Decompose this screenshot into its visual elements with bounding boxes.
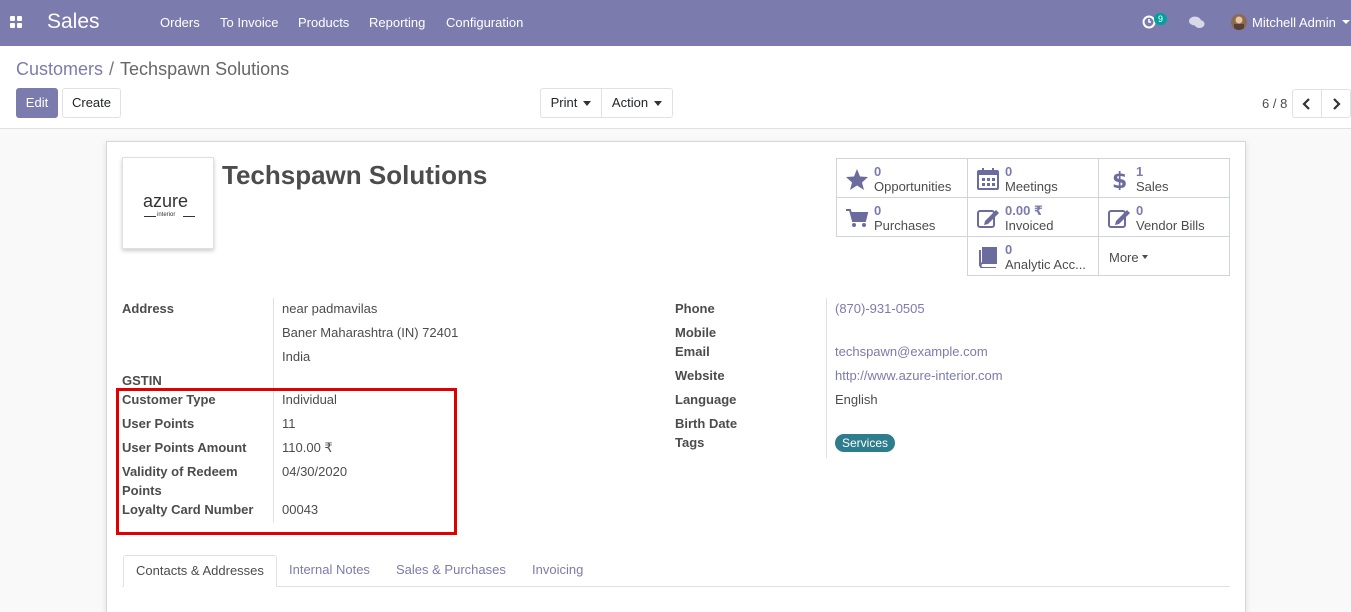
loyalty-fields-highlight [116,388,457,535]
pencil-square-icon [977,210,999,228]
purchases-smart-button[interactable]: 0 Purchases [836,197,968,237]
opportunities-label: Opportunities [874,179,952,194]
menu-to-invoice[interactable]: To Invoice [220,15,279,30]
gstin-label: GSTIN [122,373,162,388]
menu-reporting[interactable]: Reporting [369,15,425,30]
more-smart-button[interactable]: More [1098,236,1230,276]
menu-products[interactable]: Products [298,15,349,30]
mobile-label: Mobile [675,325,717,340]
caret-down-icon [583,101,592,107]
invoiced-smart-button[interactable]: 0.00 ₹ Invoiced [967,197,1099,237]
breadcrumb-separator: / [109,59,115,79]
breadcrumb-current: Techspawn Solutions [120,59,290,79]
invoiced-amount: 0.00 ₹ [1005,203,1043,218]
tab-contacts-addresses[interactable]: Contacts & Addresses [123,555,277,587]
book-icon [979,247,997,268]
analytic-accounts-count: 0 [1005,242,1013,257]
opportunities-smart-button[interactable]: 0 Opportunities [836,158,968,198]
chat-icon[interactable] [1188,15,1206,31]
edit-button[interactable]: Edit [16,88,58,118]
purchases-label: Purchases [874,218,936,233]
email-value[interactable]: techspawn@example.com [835,344,988,359]
pager-value[interactable]: 6 / 8 [1262,96,1287,111]
address-city-state-zip: Baner Maharashtra (IN) 72401 [282,325,459,340]
address-street: near padmavilas [282,301,378,316]
menu-configuration[interactable]: Configuration [446,15,523,30]
purchases-count: 0 [874,203,882,218]
tab-sales-purchases[interactable]: Sales & Purchases [384,555,518,587]
phone-value[interactable]: (870)-931-0505 [835,301,925,316]
tags-label: Tags [675,435,705,450]
phone-label: Phone [675,301,715,316]
birth-date-label: Birth Date [675,416,738,431]
chevron-right-icon [1333,98,1341,110]
breadcrumb: Customers / Techspawn Solutions [16,59,289,80]
pager-previous-button[interactable] [1292,89,1322,118]
print-dropdown[interactable]: Print [540,88,602,118]
user-menu-caret-icon[interactable] [1342,20,1350,24]
vendor-bills-label: Vendor Bills [1136,218,1205,233]
user-avatar[interactable] [1231,14,1247,30]
analytic-accounts-label: Analytic Acc... [1005,257,1086,272]
tab-invoicing[interactable]: Invoicing [520,555,595,587]
website-value[interactable]: http://www.azure-interior.com [835,368,1003,383]
tag-badge[interactable]: Services [835,434,896,452]
tab-internal-notes[interactable]: Internal Notes [277,555,382,587]
action-dropdown[interactable]: Action [601,88,673,118]
menu-orders[interactable]: Orders [160,15,200,30]
logo-subtext: interior [157,212,176,218]
vendor-bills-smart-button[interactable]: 0 Vendor Bills [1098,197,1230,237]
address-label: Address [122,301,175,316]
analytic-accounts-smart-button[interactable]: 0 Analytic Acc... [967,236,1099,276]
create-button[interactable]: Create [62,88,121,118]
language-value: English [835,392,878,407]
meetings-count: 0 [1005,164,1013,179]
activity-count-badge: 9 [1154,13,1168,25]
logo-rule-left [144,216,156,217]
breadcrumb-customers[interactable]: Customers [16,59,103,79]
more-label: More [1109,250,1139,265]
right-group-separator [826,298,827,458]
partner-logo[interactable]: azure interior [122,157,214,249]
pager-next-button[interactable] [1321,89,1351,118]
chevron-left-icon [1302,98,1310,110]
sales-smart-button[interactable]: $ 1 Sales [1098,158,1230,198]
top-navbar: Sales Orders To Invoice Products Reporti… [0,0,1351,46]
website-label: Website [675,368,725,383]
meetings-smart-button[interactable]: 0 Meetings [967,158,1099,198]
action-label: Action [611,95,649,110]
print-label: Print [550,95,578,110]
caret-down-icon [654,101,663,107]
vendor-bills-count: 0 [1136,203,1144,218]
partner-name: Techspawn Solutions [222,160,488,190]
dollar-icon: $ [1112,169,1127,190]
opportunities-count: 0 [874,164,882,179]
email-label: Email [675,344,710,359]
language-label: Language [675,392,737,407]
star-icon [846,169,868,190]
svg-text:$: $ [1112,169,1127,190]
invoiced-label: Invoiced [1005,218,1054,233]
app-title[interactable]: Sales [47,10,100,34]
cart-icon [846,209,869,227]
sales-count: 1 [1136,164,1144,179]
caret-down-icon [1141,255,1148,259]
meetings-label: Meetings [1005,179,1058,194]
logo-rule-right [183,216,195,217]
calendar-icon [977,168,999,190]
logo-text: azure [143,191,189,211]
address-country: India [282,349,311,364]
pencil-square-icon [1108,210,1130,228]
sales-label: Sales [1136,179,1169,194]
apps-grid-icon[interactable] [10,16,23,29]
user-name[interactable]: Mitchell Admin [1252,15,1336,30]
